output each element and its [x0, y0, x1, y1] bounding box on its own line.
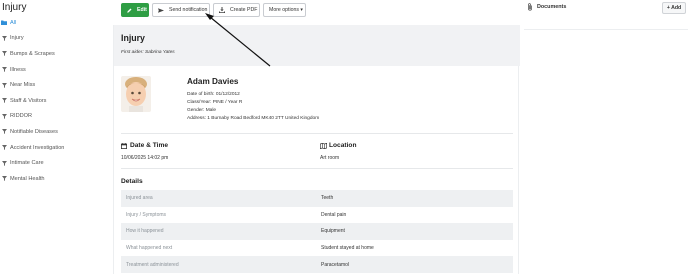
class-value: PINE / Year R [212, 99, 243, 105]
filter-icon [1, 98, 7, 104]
send-notification-label: Send notification [169, 7, 208, 13]
page-title: Injury [2, 2, 27, 13]
detail-value: Teeth [321, 195, 334, 202]
filter-icon [1, 67, 7, 73]
dob-value: 01/12/2012 [215, 92, 240, 97]
dob-label: Date of birth: [187, 92, 215, 97]
detail-value: Equipment [321, 228, 345, 235]
location-value: Art room [320, 155, 340, 161]
more-options-label: More options ▾ [269, 7, 304, 13]
filter-icon [1, 82, 7, 88]
location-heading: Location [320, 142, 356, 149]
sidebar-item-staff-visitors[interactable]: Staff & Visitors [0, 93, 112, 109]
table-row: How it happened Equipment [121, 223, 513, 240]
detail-label: What happened next [126, 245, 173, 252]
details-heading: Details [121, 178, 143, 185]
create-pdf-label: Create PDF [230, 7, 258, 13]
sidebar-item-all[interactable]: All [0, 15, 112, 31]
table-row: Injured area Teeth [121, 190, 513, 207]
dob-row: Date of birth: 01/12/2012 [187, 91, 319, 99]
sidebar: Injury All Injury Bumps & Scrapes Illnes… [0, 0, 112, 274]
datetime-value: 10/06/2025 14:02 pm [121, 155, 169, 161]
person-name: Adam Davies [187, 77, 239, 86]
sidebar-item-label: RIDDOR [10, 113, 33, 120]
edit-button-label: Edit [137, 7, 147, 13]
address-row: Address: 1 Burnaby Road Bedford MK40 2TT… [187, 115, 319, 123]
create-pdf-button[interactable]: Create PDF [213, 3, 260, 17]
documents-title: Documents [537, 4, 567, 10]
pencil-icon [127, 8, 132, 13]
details-table: Injured area Teeth Injury / Symptoms Den… [121, 190, 513, 273]
sidebar-item-notifiable-diseases[interactable]: Notifiable Diseases [0, 124, 112, 140]
sidebar-item-illness[interactable]: Illness [0, 62, 112, 78]
send-notification-button[interactable]: Send notification [152, 3, 210, 17]
detail-label: How it happened [126, 228, 164, 235]
sidebar-item-label: Illness [10, 66, 26, 73]
datetime-heading: Date & Time [121, 142, 168, 149]
table-row: What happened next Student stayed at hom… [121, 240, 513, 257]
detail-value: Dental pain [321, 211, 347, 218]
sidebar-item-accident-investigation[interactable]: Accident Investigation [0, 140, 112, 156]
category-nav: All Injury Bumps & Scrapes Illness Near … [0, 15, 112, 187]
filter-icon [1, 176, 7, 182]
address-value: 1 Burnaby Road Bedford MK40 2TT United K… [207, 115, 320, 121]
location-heading-text: Location [329, 142, 357, 149]
sidebar-item-bumps-scrapes[interactable]: Bumps & Scrapes [0, 46, 112, 62]
edit-button[interactable]: Edit [121, 3, 149, 17]
detail-label: Treatment administered [126, 261, 179, 268]
gender-row: Gender: Male [187, 107, 319, 115]
sidebar-item-mental-health[interactable]: Mental Health [0, 171, 112, 187]
person-details: Date of birth: 01/12/2012 Class/Year: PI… [187, 91, 319, 123]
more-options-dropdown[interactable]: More options ▾ [263, 3, 306, 17]
send-icon [158, 7, 164, 13]
table-row: Injury / Symptoms Dental pain [121, 207, 513, 224]
detail-label: Injury / Symptoms [126, 211, 167, 218]
incident-card: Injury First aider: Sabrina Yates Adam D… [113, 25, 520, 274]
calendar-icon [121, 142, 127, 149]
sidebar-item-label: Staff & Visitors [10, 97, 47, 104]
incident-title: Injury [121, 33, 145, 43]
detail-value: Paracetamol [321, 261, 350, 268]
table-row: Treatment administered Paracetamol [121, 256, 513, 273]
add-document-button[interactable]: + Add [662, 2, 686, 14]
map-icon [320, 142, 327, 149]
sidebar-item-label: Injury [10, 35, 24, 42]
paperclip-icon [527, 3, 533, 11]
gender-value: Male [205, 107, 217, 113]
filter-icon [1, 129, 7, 135]
sidebar-item-label: All [10, 19, 17, 26]
filter-icon [1, 35, 7, 41]
class-label: Class/Year: [187, 99, 212, 105]
gender-label: Gender: [187, 107, 205, 113]
filter-icon [1, 51, 7, 57]
sidebar-item-label: Intimate Care [10, 160, 44, 167]
sidebar-item-intimate-care[interactable]: Intimate Care [0, 155, 112, 171]
folder-icon [1, 20, 7, 26]
divider [121, 133, 513, 134]
first-aider-text: First aider: Sabrina Yates [121, 50, 175, 55]
filter-icon [1, 145, 7, 151]
filter-icon [1, 160, 7, 166]
filter-icon [1, 113, 7, 119]
sidebar-item-label: Bumps & Scrapes [10, 50, 55, 57]
class-row: Class/Year: PINE / Year R [187, 99, 319, 107]
address-label: Address: [187, 115, 206, 121]
action-toolbar: Edit Send notification Create PDF More o… [121, 3, 306, 17]
detail-label: Injured area [126, 195, 153, 202]
divider [121, 168, 513, 169]
download-icon [219, 7, 225, 13]
sidebar-item-label: Accident Investigation [10, 144, 65, 151]
incident-header: Injury First aider: Sabrina Yates [114, 25, 520, 66]
avatar [121, 76, 151, 112]
datetime-heading-text: Date & Time [130, 142, 168, 149]
sidebar-item-label: Near Miss [10, 82, 36, 89]
sidebar-item-riddor[interactable]: RIDDOR [0, 109, 112, 125]
documents-panel: Documents + Add [524, 0, 688, 30]
sidebar-item-near-miss[interactable]: Near Miss [0, 77, 112, 93]
sidebar-item-injury[interactable]: Injury [0, 31, 112, 47]
sidebar-item-label: Notifiable Diseases [10, 128, 58, 135]
documents-heading: Documents [527, 3, 566, 11]
sidebar-item-label: Mental Health [10, 175, 45, 182]
detail-value: Student stayed at home [321, 245, 374, 252]
